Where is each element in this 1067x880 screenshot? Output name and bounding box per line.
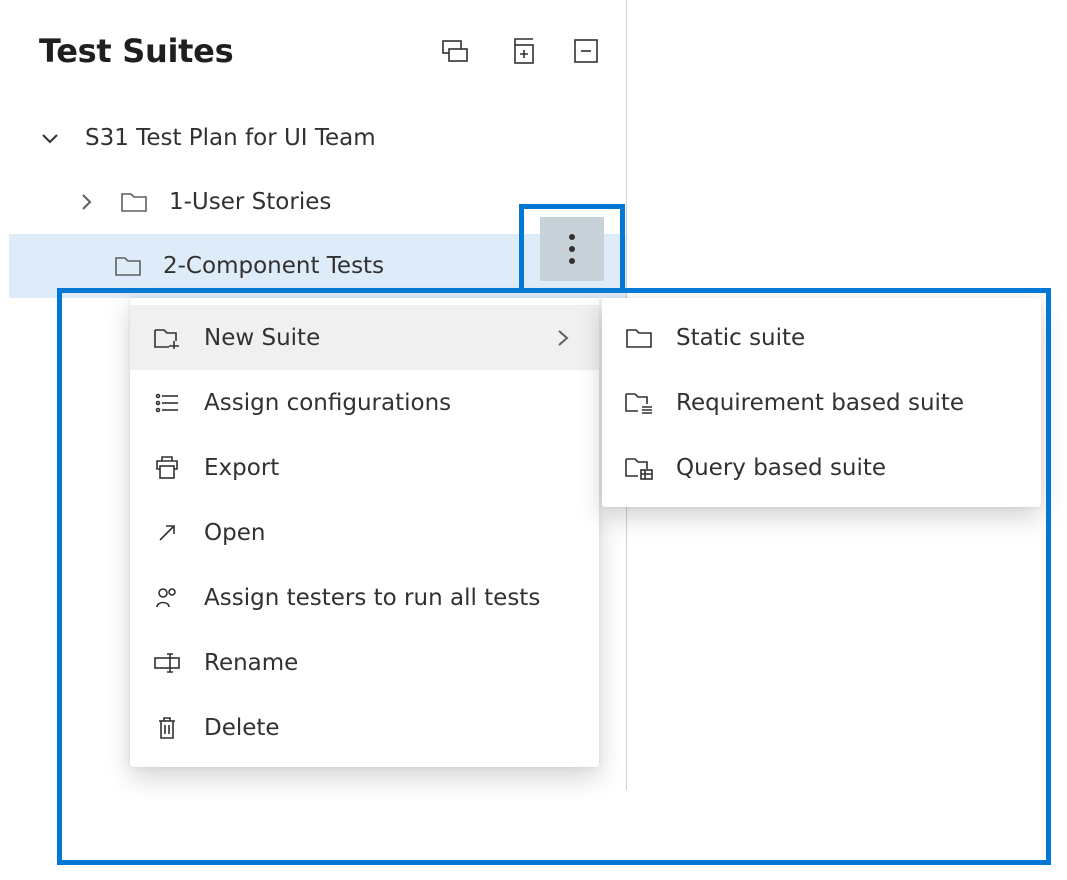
chevron-down-icon[interactable] <box>39 127 61 149</box>
menu-new-suite[interactable]: New Suite <box>130 305 599 370</box>
menu-open[interactable]: Open <box>130 500 599 565</box>
configurations-icon <box>152 392 182 414</box>
panel-toggle-icon[interactable] <box>442 40 468 62</box>
new-suite-submenu: Static suite Requirement based suite Que… <box>602 298 1041 507</box>
collapse-all-icon[interactable] <box>574 39 598 63</box>
tree-plan-row[interactable]: S31 Test Plan for UI Team <box>9 106 626 170</box>
new-suite-icon <box>152 327 182 349</box>
sidebar-header: Test Suites <box>9 26 626 76</box>
query-folder-icon <box>624 456 654 480</box>
menu-item-label: Static suite <box>676 325 1015 351</box>
menu-assign-configurations[interactable]: Assign configurations <box>130 370 599 435</box>
context-menu: New Suite Assign configurations Export <box>130 298 599 767</box>
export-icon <box>152 456 182 480</box>
folder-label: 1-User Stories <box>169 189 331 215</box>
menu-rename[interactable]: Rename <box>130 630 599 695</box>
plan-label: S31 Test Plan for UI Team <box>85 125 376 151</box>
more-button-highlight <box>519 204 625 293</box>
submenu-query-suite[interactable]: Query based suite <box>602 435 1041 500</box>
more-vertical-icon <box>569 233 575 265</box>
menu-item-label: Query based suite <box>676 455 1015 481</box>
menu-item-label: Rename <box>204 650 573 676</box>
menu-export[interactable]: Export <box>130 435 599 500</box>
menu-item-label: Delete <box>204 715 573 741</box>
rename-icon <box>152 653 182 673</box>
requirement-folder-icon <box>624 391 654 415</box>
submenu-requirement-suite[interactable]: Requirement based suite <box>602 370 1041 435</box>
open-icon <box>152 522 182 544</box>
chevron-right-icon <box>553 328 573 348</box>
header-toolbar <box>442 38 598 64</box>
delete-icon <box>152 716 182 740</box>
submenu-static-suite[interactable]: Static suite <box>602 305 1041 370</box>
folder-icon <box>115 255 141 277</box>
menu-item-label: Assign configurations <box>204 390 573 416</box>
menu-item-label: Export <box>204 455 573 481</box>
folder-icon <box>121 191 147 213</box>
menu-item-label: Assign testers to run all tests <box>204 585 573 611</box>
testers-icon <box>152 587 182 609</box>
more-actions-button[interactable] <box>540 217 604 281</box>
folder-label: 2-Component Tests <box>163 253 384 279</box>
menu-delete[interactable]: Delete <box>130 695 599 760</box>
folder-icon <box>624 327 654 349</box>
menu-item-label: Open <box>204 520 573 546</box>
chevron-right-icon[interactable] <box>75 191 97 213</box>
menu-assign-testers[interactable]: Assign testers to run all tests <box>130 565 599 630</box>
menu-item-label: Requirement based suite <box>676 390 1015 416</box>
expand-all-icon[interactable] <box>508 38 534 64</box>
sidebar-title: Test Suites <box>39 32 233 70</box>
menu-item-label: New Suite <box>204 325 553 351</box>
